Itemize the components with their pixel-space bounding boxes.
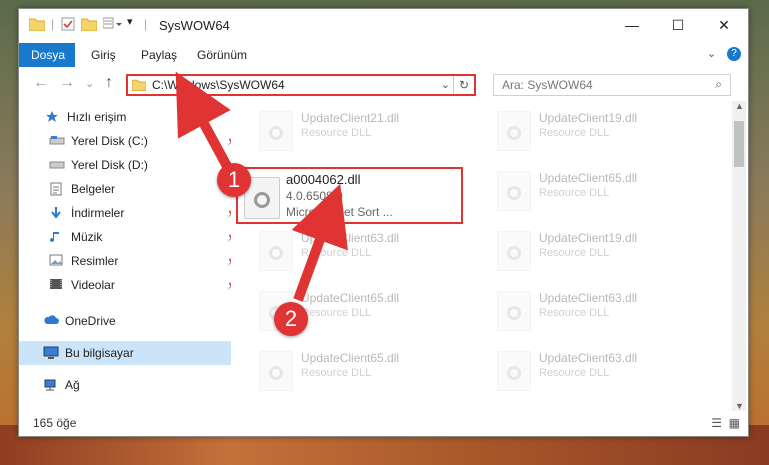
annotation-arrows <box>175 71 348 302</box>
step-badge-1: 1 <box>217 163 251 197</box>
arrow-to-address-bar <box>175 71 233 171</box>
step-badge-2: 2 <box>274 302 308 336</box>
arrow-to-file <box>291 183 348 302</box>
